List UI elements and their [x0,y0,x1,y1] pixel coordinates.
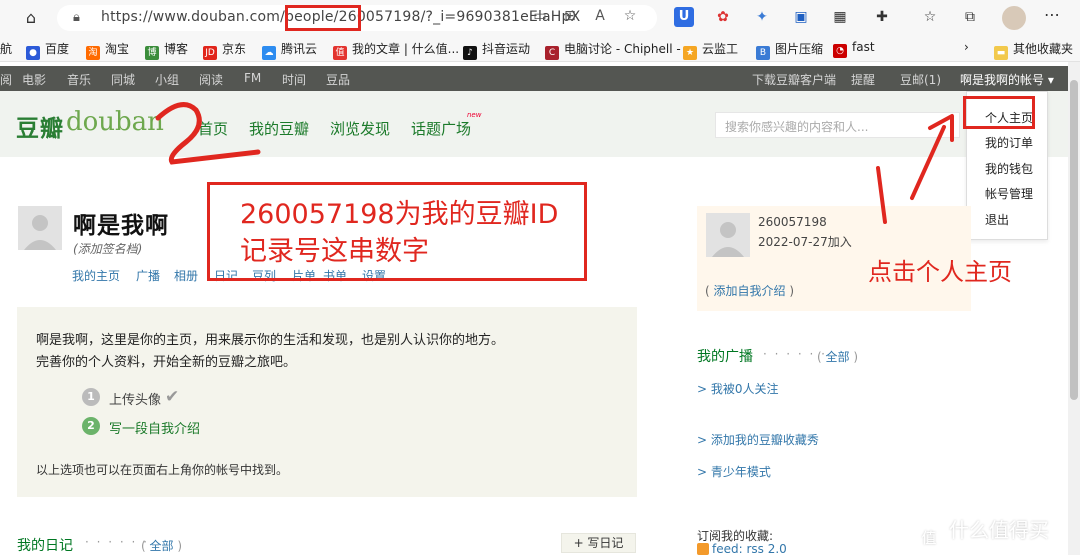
arrow-shaft-lower [876,166,887,224]
watermark: 值什么值得买 [915,514,1049,552]
watermark-badge: 值 [915,524,943,552]
annotation-strokes [155,102,954,224]
arrow-shaft-upper [910,125,946,200]
number-two-stroke [155,102,261,165]
